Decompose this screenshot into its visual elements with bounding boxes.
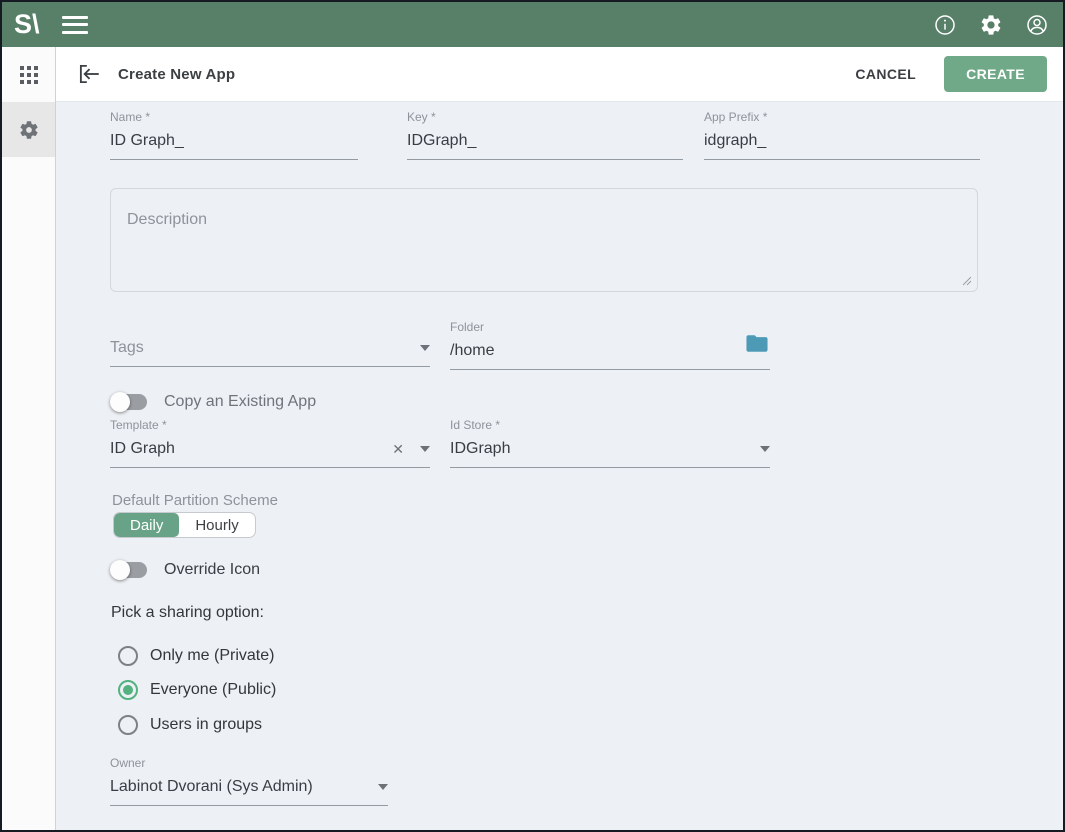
name-label: Name * [110, 110, 358, 124]
clear-icon[interactable]: ✕ [392, 441, 404, 458]
app-window: S\ [0, 0, 1065, 832]
key-input[interactable] [407, 129, 683, 160]
owner-field[interactable]: Owner Labinot Dvorani (Sys Admin) [110, 756, 388, 806]
partition-scheme-switcher: Daily Hourly [113, 512, 256, 538]
override-icon-toggle[interactable]: Override Icon [110, 560, 260, 580]
apps-grid-icon [20, 66, 38, 84]
description-textarea[interactable] [110, 188, 978, 292]
cancel-button[interactable]: CANCEL [841, 56, 930, 92]
chevron-down-icon [378, 784, 388, 790]
key-field: Key * [407, 110, 683, 160]
page-title: Create New App [118, 66, 235, 83]
partition-option-hourly[interactable]: Hourly [179, 513, 254, 537]
radio-unselected-icon [118, 646, 138, 666]
id-store-field[interactable]: Id Store * IDGraph [450, 418, 770, 468]
app-header: S\ [2, 2, 1063, 47]
app-logo[interactable]: S\ [14, 11, 40, 38]
gear-icon [18, 119, 40, 141]
id-store-value: IDGraph [450, 440, 752, 458]
back-exit-icon[interactable] [76, 61, 102, 87]
chevron-down-icon [420, 446, 430, 452]
radio-unselected-icon [118, 715, 138, 735]
left-sidebar [2, 47, 56, 830]
owner-label: Owner [110, 756, 388, 770]
folder-input[interactable] [450, 339, 770, 370]
template-value: ID Graph [110, 440, 384, 458]
name-input[interactable] [110, 129, 358, 160]
create-button[interactable]: CREATE [944, 56, 1047, 92]
description-field [110, 188, 978, 292]
owner-value: Labinot Dvorani (Sys Admin) [110, 778, 370, 796]
chevron-down-icon [420, 345, 430, 351]
chevron-down-icon [760, 446, 770, 452]
app-prefix-label: App Prefix * [704, 110, 980, 124]
partition-option-daily[interactable]: Daily [114, 513, 179, 537]
toggle-off-icon [110, 392, 150, 412]
app-prefix-field: App Prefix * [704, 110, 980, 160]
toggle-off-icon [110, 560, 150, 580]
hamburger-menu-icon[interactable] [62, 16, 88, 34]
copy-existing-label: Copy an Existing App [164, 393, 316, 411]
account-circle-icon[interactable] [1025, 13, 1049, 37]
radio-everyone[interactable]: Everyone (Public) [118, 680, 276, 700]
page-toolbar: Create New App CANCEL CREATE [56, 47, 1063, 102]
template-field[interactable]: Template * ID Graph ✕ [110, 418, 430, 468]
gear-icon[interactable] [979, 13, 1003, 37]
partition-scheme-label: Default Partition Scheme [112, 492, 278, 509]
create-app-form: Name * Key * App Prefix * [56, 102, 1063, 830]
sidebar-item-apps[interactable] [2, 47, 55, 102]
folder-icon[interactable] [746, 334, 768, 353]
tags-placeholder: Tags [110, 339, 412, 357]
tags-field[interactable]: Tags [110, 336, 430, 367]
radio-only-me[interactable]: Only me (Private) [118, 646, 274, 666]
name-field: Name * [110, 110, 358, 160]
info-icon[interactable] [933, 13, 957, 37]
radio-users-in-groups[interactable]: Users in groups [118, 715, 262, 735]
folder-label: Folder [450, 320, 770, 334]
id-store-label: Id Store * [450, 418, 770, 432]
copy-existing-toggle[interactable]: Copy an Existing App [110, 392, 316, 412]
key-label: Key * [407, 110, 683, 124]
app-prefix-input[interactable] [704, 129, 980, 160]
folder-field: Folder [450, 320, 770, 370]
override-icon-label: Override Icon [164, 561, 260, 579]
radio-selected-icon [118, 680, 138, 700]
template-label: Template * [110, 418, 430, 432]
sharing-option-label: Pick a sharing option: [111, 604, 264, 622]
sidebar-item-settings[interactable] [2, 102, 55, 157]
